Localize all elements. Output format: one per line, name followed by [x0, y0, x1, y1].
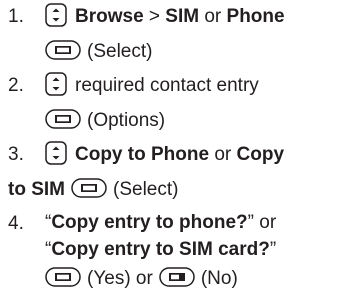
- step-3-line-1: Copy to Phone or Copy: [45, 141, 284, 169]
- step-2-line-2: (Options): [45, 107, 165, 135]
- left-soft-key-icon: [45, 267, 81, 287]
- navigation-key-icon: [45, 3, 67, 27]
- left-soft-key-icon: [45, 40, 81, 60]
- action-text: (Select): [87, 41, 153, 62]
- step-1-line-1: Browse > SIM or Phone: [45, 3, 285, 31]
- action-text: (Select): [113, 179, 179, 200]
- connector-text: or: [199, 6, 227, 27]
- quote-mark: ”: [269, 239, 277, 260]
- navigation-key-icon: [45, 141, 67, 165]
- navigation-key-icon: [45, 72, 67, 96]
- step-number: 2.: [8, 75, 24, 96]
- connector-text: or: [253, 212, 277, 233]
- step-number: 3.: [8, 144, 24, 165]
- step-4-line-2: “Copy entry to SIM card?”: [45, 236, 276, 264]
- menu-term: Copy to Phone: [75, 144, 210, 165]
- step-3-line-2: to SIM (Select): [8, 176, 178, 204]
- step-4-line-1: “Copy entry to phone?” or: [45, 209, 276, 237]
- step-2-line-1: required contact entry: [45, 72, 259, 100]
- no-text: (No): [200, 268, 238, 289]
- menu-term: Browse: [75, 6, 144, 27]
- separator: >: [143, 6, 166, 27]
- right-soft-key-icon: [159, 267, 195, 287]
- action-text: (Options): [87, 110, 166, 131]
- left-soft-key-icon: [71, 178, 107, 198]
- prompt-text: Copy entry to SIM card?: [51, 239, 270, 260]
- menu-term: SIM: [165, 6, 200, 27]
- left-soft-key-icon: [45, 109, 81, 129]
- menu-term: Phone: [226, 6, 285, 27]
- menu-term: to SIM: [8, 179, 65, 200]
- step-1-line-2: (Select): [45, 38, 152, 66]
- yes-text: (Yes) or: [87, 268, 153, 289]
- step-4-line-3: (Yes) or (No): [45, 265, 238, 293]
- prompt-text: Copy entry to phone?: [51, 212, 248, 233]
- menu-term: Copy: [236, 144, 285, 165]
- step-number: 1.: [8, 6, 24, 27]
- connector-text: or: [209, 144, 237, 165]
- instruction-text: required contact entry: [75, 75, 259, 96]
- step-number: 4.: [8, 213, 24, 234]
